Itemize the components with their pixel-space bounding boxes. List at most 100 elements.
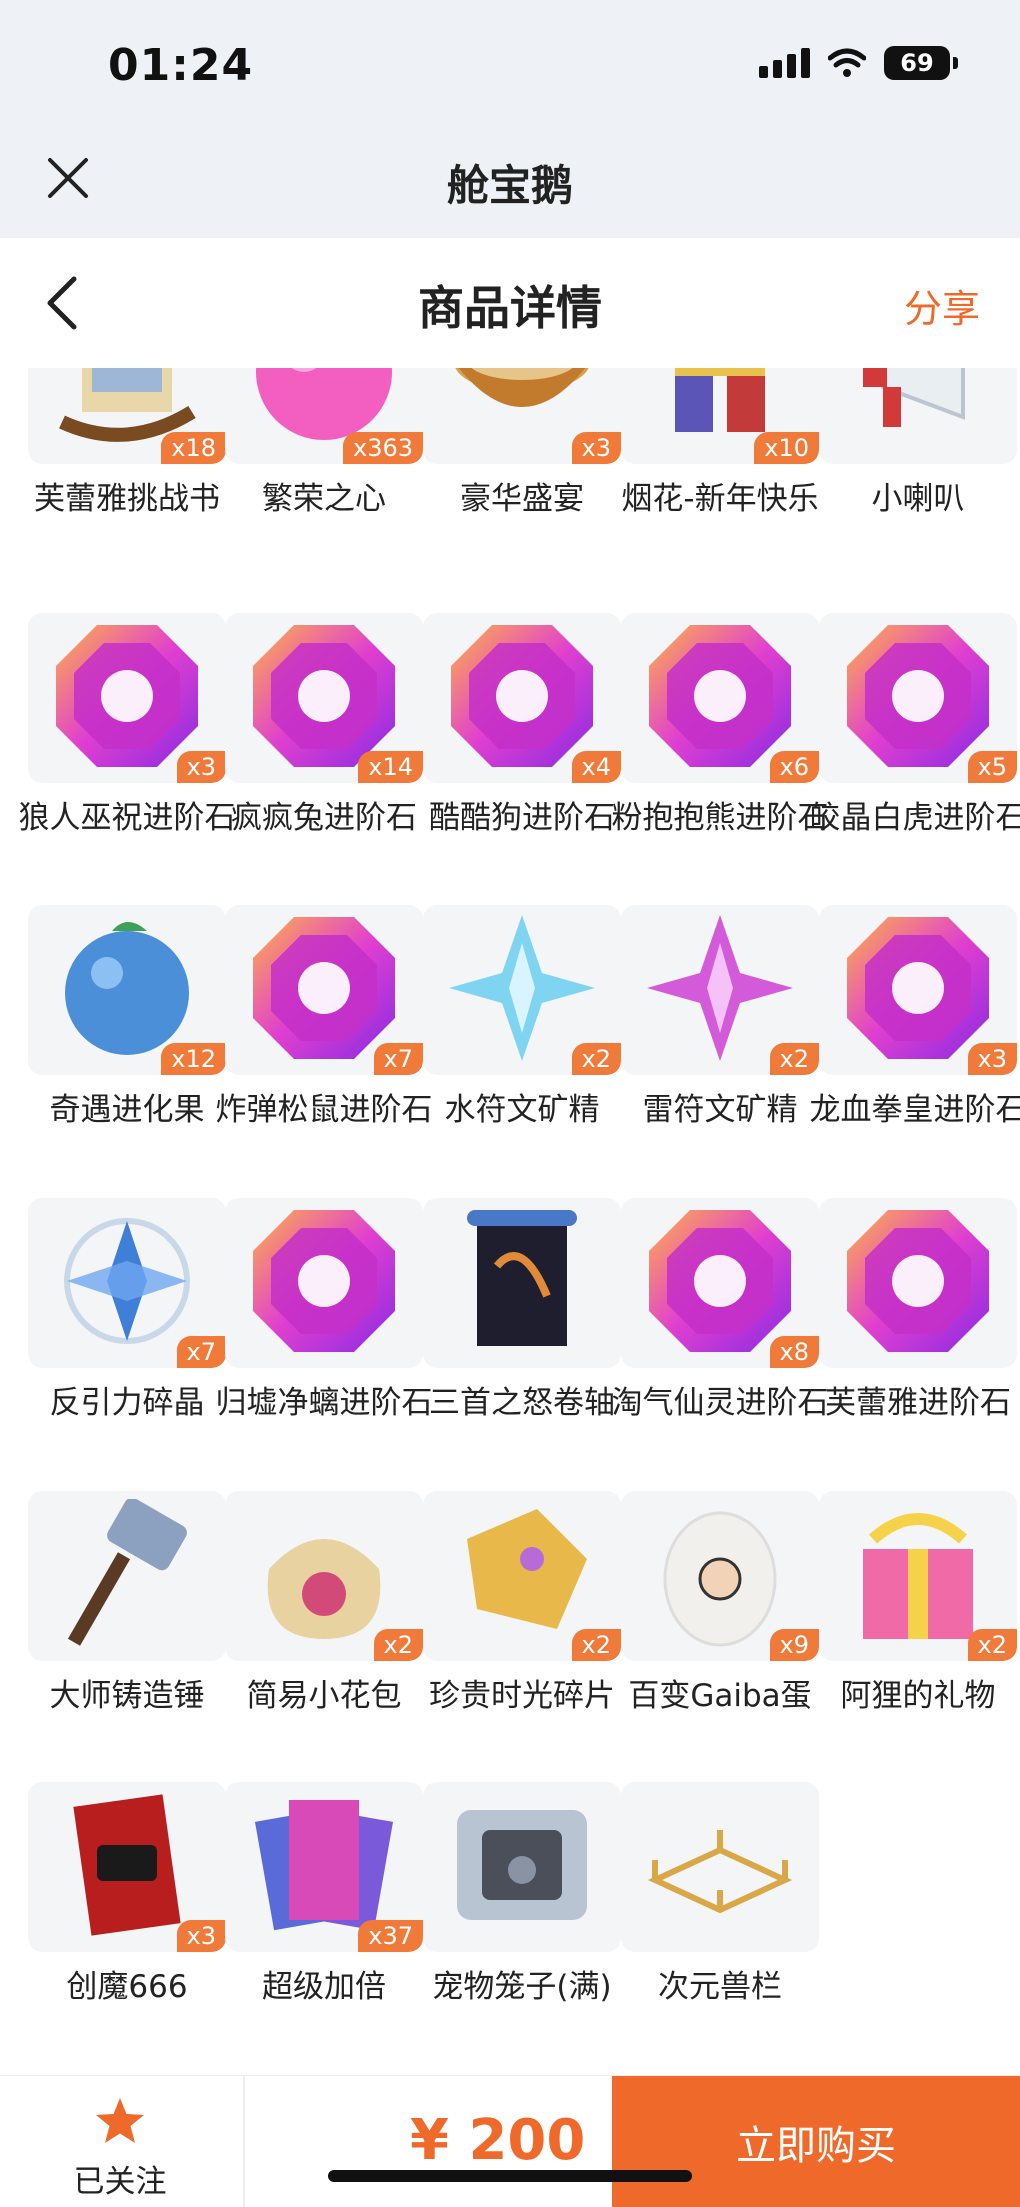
- item-quantity-badge: x2: [769, 1043, 819, 1075]
- item-name: 狼人巫祝进阶石: [18, 800, 236, 836]
- item-name: 归墟净螭进阶石: [215, 1385, 433, 1421]
- item-name: 芙蕾雅挑战书: [34, 481, 220, 517]
- item-thumbnail: [819, 1198, 1017, 1368]
- item-quantity-badge: x363: [342, 432, 423, 464]
- item-quantity-badge: x2: [571, 1043, 621, 1075]
- scroll-icon: [467, 1210, 577, 1346]
- item-quantity-badge: x2: [373, 1629, 423, 1661]
- item-thumbnail: [423, 1198, 621, 1368]
- evolution-stone-icon: [451, 625, 593, 767]
- item-thumbnail: x3: [28, 613, 226, 783]
- item-quantity-badge: x10: [754, 432, 819, 464]
- item-name: 简易小花包: [246, 1678, 402, 1714]
- evolution-stone-icon: [253, 1210, 395, 1352]
- evolution-stone-icon: [847, 1210, 989, 1352]
- evolution-stone-icon: [649, 1210, 791, 1352]
- item-thumbnail: [28, 1491, 226, 1661]
- item-name: 雷符文矿精: [642, 1092, 798, 1128]
- item-thumbnail: x5: [819, 613, 1017, 783]
- evolution-stone-icon: [253, 625, 395, 767]
- item-name: 淘气仙灵进阶石: [611, 1385, 829, 1421]
- wifi-icon: [828, 48, 866, 77]
- blue-fruit-icon: [65, 922, 189, 1055]
- page-title: 商品详情: [418, 281, 602, 335]
- item-thumbnail: x12: [28, 905, 226, 1075]
- item-thumbnail: [423, 1782, 621, 1952]
- item-quantity-badge: x37: [358, 1920, 423, 1952]
- item-thumbnail: x3: [819, 905, 1017, 1075]
- price: ¥ 200: [410, 2108, 586, 2173]
- item-thumbnail: x363: [225, 368, 423, 464]
- card-666-icon: [73, 1794, 181, 1936]
- item-quantity-badge: x6: [769, 751, 819, 783]
- fence-icon: [647, 1830, 793, 1914]
- evolution-stone-icon: [56, 625, 198, 767]
- app-title: 舱宝鹅: [446, 161, 573, 210]
- item-grid: x18 芙蕾雅挑战书 x363 繁荣之心 x3 豪华盛宴 x10 烟花-新年快乐 小喇叭 x3 狼人…: [0, 368, 1020, 2068]
- item-name: 水符文矿精: [444, 1092, 600, 1128]
- item-name: 烟花-新年快乐: [621, 481, 819, 517]
- item-thumbnail: x37: [225, 1782, 423, 1952]
- item-quantity-badge: x3: [176, 1920, 226, 1952]
- item-name: 芙蕾雅进阶石: [825, 1385, 1011, 1421]
- item-name: 创魔666: [66, 1969, 188, 2005]
- item-thumbnail: x7: [28, 1198, 226, 1368]
- item-quantity-badge: x5: [967, 751, 1017, 783]
- item-thumbnail: x3: [423, 368, 621, 464]
- item-name: 粉抱抱熊进阶石: [611, 800, 829, 836]
- item-thumbnail: x2: [621, 905, 819, 1075]
- item-quantity-badge: x14: [358, 751, 423, 783]
- follow-button[interactable]: 已关注: [0, 2076, 240, 2207]
- item-name: 百变Gaiba蛋: [628, 1678, 812, 1714]
- item-thumbnail: x14: [225, 613, 423, 783]
- item-name: 酷酷狗进阶石: [429, 800, 615, 836]
- item-thumbnail: x2: [423, 905, 621, 1075]
- item-quantity-badge: x4: [571, 751, 621, 783]
- time-shard-icon: [467, 1509, 587, 1629]
- evolution-stone-icon: [253, 917, 395, 1059]
- item-name: 大师铸造锤: [49, 1678, 205, 1714]
- status-icons: 69: [759, 46, 958, 80]
- divider: [243, 2076, 245, 2207]
- item-name: 龙血拳皇进阶石: [809, 1092, 1020, 1128]
- share-button[interactable]: 分享: [904, 278, 980, 333]
- follow-label: 已关注: [73, 2164, 167, 2200]
- megaphone-icon: [863, 368, 965, 427]
- buy-now-button[interactable]: 立即购买: [612, 2076, 1020, 2207]
- cellular-signal-icon: [759, 48, 810, 78]
- item-quantity-badge: x3: [176, 751, 226, 783]
- item-thumbnail: x7: [225, 905, 423, 1075]
- item-thumbnail: x4: [423, 613, 621, 783]
- item-quantity-badge: x2: [571, 1629, 621, 1661]
- gift-box-icon: [863, 1513, 973, 1639]
- battery-icon: 69: [884, 46, 958, 80]
- buy-now-label: 立即购买: [736, 2123, 896, 2169]
- item-thumbnail: x8: [621, 1198, 819, 1368]
- item-quantity-badge: x8: [769, 1336, 819, 1368]
- purple-crystal-icon: [647, 915, 793, 1061]
- item-thumbnail: x9: [621, 1491, 819, 1661]
- status-time: 01:24: [108, 40, 254, 91]
- flower-bag-icon: [267, 1539, 381, 1639]
- item-quantity-badge: x2: [967, 1629, 1017, 1661]
- item-name: 超级加倍: [262, 1969, 386, 2005]
- item-quantity-badge: x9: [769, 1629, 819, 1661]
- bottom-bar: 已关注 ¥ 200 立即购买: [0, 2075, 1020, 2207]
- evolution-stone-icon: [649, 625, 791, 767]
- item-thumbnail: [621, 1782, 819, 1952]
- blue-crystal-icon: [449, 915, 595, 1061]
- item-quantity-badge: x3: [967, 1043, 1017, 1075]
- battery-level: 69: [900, 49, 934, 77]
- item-name: 皎晶白虎进阶石: [809, 800, 1020, 836]
- pet-cage-icon: [457, 1810, 587, 1920]
- item-quantity-badge: x7: [373, 1043, 423, 1075]
- item-quantity-badge: x7: [176, 1336, 226, 1368]
- item-thumbnail: x3: [28, 1782, 226, 1952]
- egg-icon: [663, 1511, 777, 1647]
- item-quantity-badge: x3: [571, 432, 621, 464]
- evolution-stone-icon: [847, 917, 989, 1059]
- item-name: 炸弹松鼠进阶石: [215, 1092, 433, 1128]
- item-name: 豪华盛宴: [460, 481, 584, 517]
- item-thumbnail: x2: [423, 1491, 621, 1661]
- item-name: 反引力碎晶: [49, 1385, 205, 1421]
